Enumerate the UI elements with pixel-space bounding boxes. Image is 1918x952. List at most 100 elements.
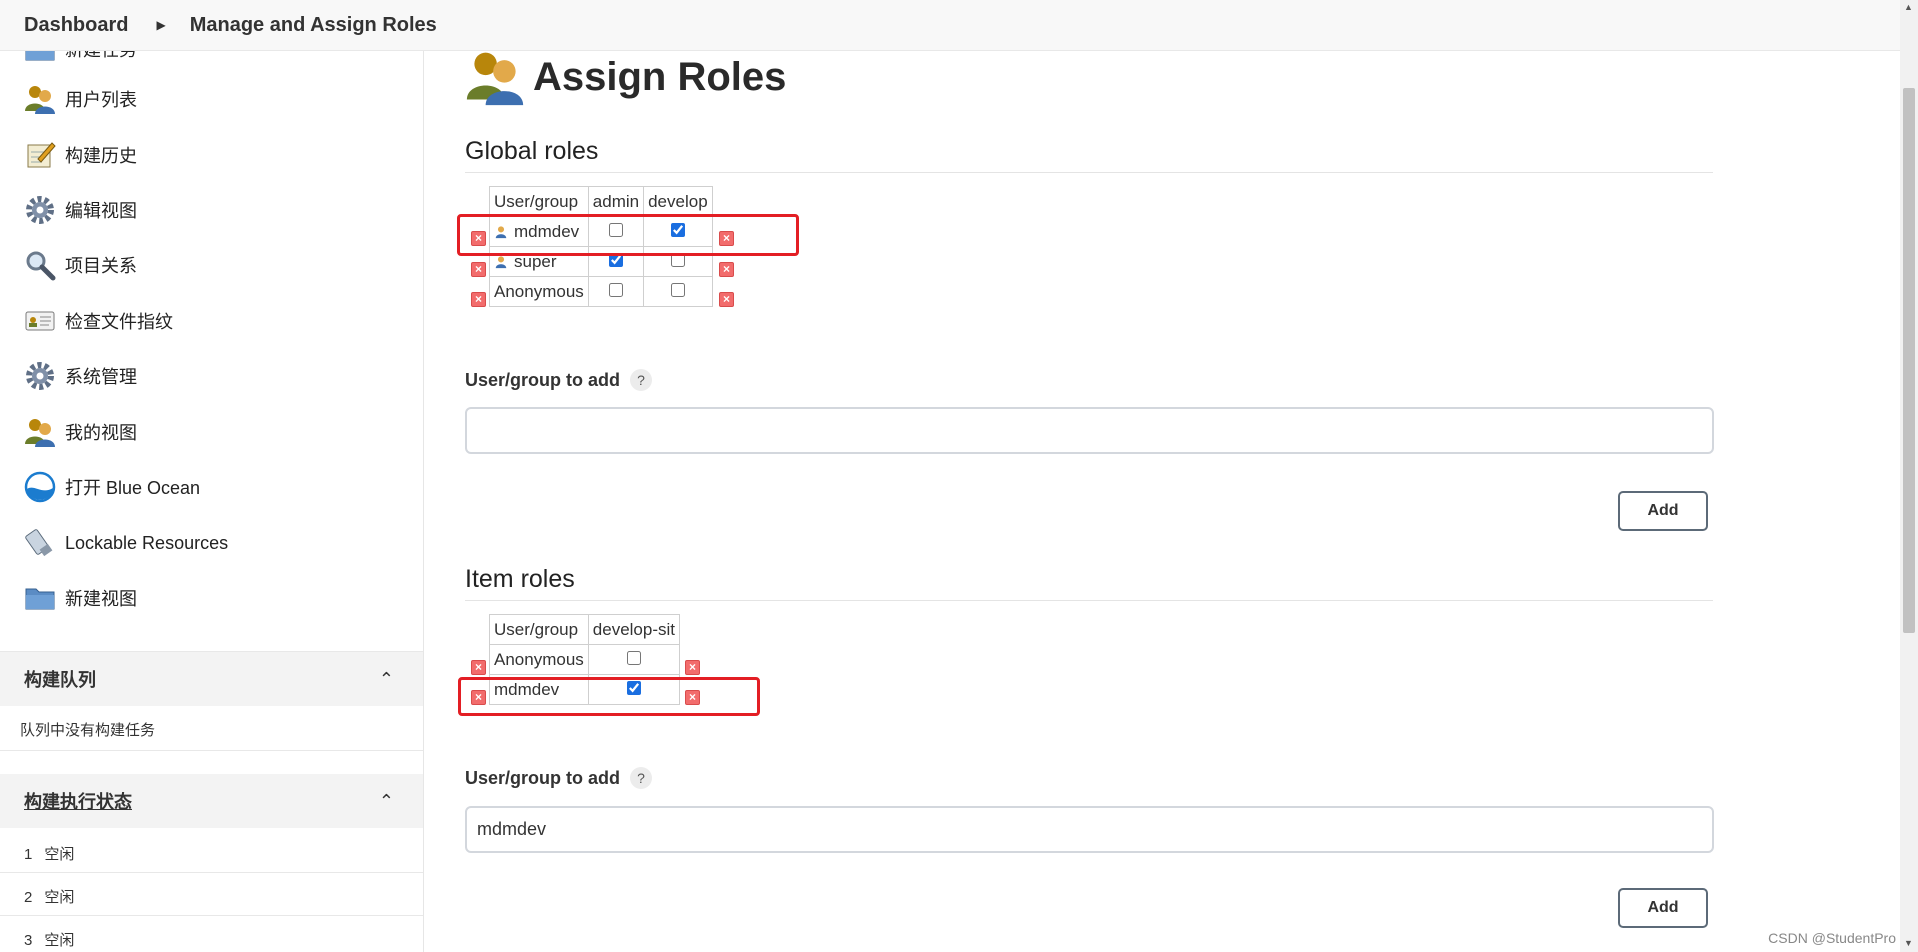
- sidebar-item-new-view[interactable]: 新建视图: [24, 578, 404, 618]
- role-checkbox-develop[interactable]: [670, 282, 685, 297]
- fingerprint-card-icon: [24, 305, 56, 337]
- chevron-right-icon[interactable]: ▶: [156, 18, 165, 32]
- sidebar-item-label: 构建历史: [65, 146, 137, 166]
- executor-number: 3: [24, 932, 33, 949]
- executor-status: 空闲: [44, 846, 75, 863]
- sidebar-item-new-job[interactable]: 新建任务: [24, 51, 137, 65]
- package-icon: [24, 51, 56, 65]
- build-queue-header[interactable]: 构建队列 ⌃: [0, 652, 423, 706]
- delete-row-icon[interactable]: ×: [719, 292, 734, 307]
- sidebar-item-my-views[interactable]: 我的视图: [24, 412, 404, 452]
- executors-header[interactable]: 构建执行状态 ⌃: [0, 774, 423, 828]
- executor-status: 空闲: [44, 932, 75, 949]
- sidebar-item-label: 编辑视图: [65, 201, 137, 221]
- user-cell: Anonymous: [489, 276, 589, 307]
- column-header: User/group: [489, 614, 589, 645]
- global-add-button[interactable]: Add: [1618, 491, 1708, 531]
- sidebar-item-build-history[interactable]: 构建历史: [24, 135, 404, 175]
- delete-row-icon[interactable]: ×: [471, 262, 486, 277]
- user-name: Anonymous: [494, 281, 584, 301]
- sidebar-item-label: 新建任务: [65, 51, 137, 62]
- scrollbar-thumb[interactable]: [1903, 88, 1915, 633]
- scrollbar[interactable]: ▲ ▼: [1900, 0, 1918, 952]
- highlight-box: [458, 677, 760, 716]
- checkbox-cell: [587, 276, 645, 307]
- user-name: Anonymous: [494, 649, 584, 669]
- gear-icon: [24, 194, 56, 226]
- scroll-down-icon[interactable]: ▼: [1904, 938, 1913, 948]
- table-row: Anonymous: [489, 644, 681, 675]
- global-user-input[interactable]: [465, 407, 1714, 454]
- folder-icon: [24, 582, 56, 614]
- user-icon: [494, 255, 508, 269]
- checkbox-cell: [587, 644, 681, 675]
- users-icon: [465, 47, 525, 107]
- delete-row-icon[interactable]: ×: [685, 660, 700, 675]
- scroll-up-icon[interactable]: ▲: [1904, 2, 1913, 12]
- sidebar-item-label: 系统管理: [65, 367, 137, 387]
- global-roles-heading: Global roles: [465, 137, 1713, 173]
- help-icon[interactable]: ?: [630, 369, 653, 391]
- executor-status: 空闲: [44, 889, 75, 906]
- column-header: admin: [587, 186, 645, 217]
- sidebar-item-manage-jenkins[interactable]: 系统管理: [24, 356, 404, 396]
- executor-number: 1: [24, 846, 33, 863]
- build-queue-empty-text: 队列中没有构建任务: [20, 722, 156, 739]
- item-add-button[interactable]: Add: [1618, 888, 1708, 928]
- item-add-label: User/group to add ?: [465, 767, 653, 789]
- page-title-text: Assign Roles: [533, 54, 787, 99]
- magnifier-icon: [24, 249, 56, 281]
- role-checkbox-admin[interactable]: [608, 282, 623, 297]
- sidebar-item-label: 打开 Blue Ocean: [65, 478, 201, 498]
- checkbox-cell: [643, 276, 713, 307]
- notepad-icon: [24, 139, 56, 171]
- sidebar-item-label: 用户列表: [65, 90, 137, 110]
- blue-ocean-icon: [24, 471, 56, 503]
- table-row: Anonymous: [489, 276, 713, 307]
- chevron-up-icon[interactable]: ⌃: [379, 669, 394, 690]
- sidebar: 新建任务 用户列表 构建历史 编辑视图 项目关系 检查文件指纹 系统管理 我的视…: [0, 51, 424, 952]
- breadcrumb: Dashboard ▶ Manage and Assign Roles: [0, 0, 1900, 51]
- help-icon[interactable]: ?: [630, 767, 653, 789]
- sidebar-item-label: Lockable Resources: [65, 532, 229, 553]
- delete-row-icon[interactable]: ×: [719, 262, 734, 277]
- column-header: develop-sit: [587, 614, 681, 645]
- sidebar-item-label: 检查文件指纹: [65, 312, 173, 332]
- watermark: CSDN @StudentPro: [1768, 930, 1896, 946]
- divider: [0, 915, 423, 916]
- breadcrumb-dashboard-link[interactable]: Dashboard: [24, 14, 128, 37]
- sidebar-item-fingerprint[interactable]: 检查文件指纹: [24, 301, 404, 341]
- column-header: User/group: [489, 186, 589, 217]
- sidebar-item-project-relationship[interactable]: 项目关系: [24, 245, 404, 285]
- item-user-input[interactable]: [465, 806, 1714, 853]
- column-header: develop: [643, 186, 713, 217]
- sidebar-item-label: 项目关系: [65, 256, 137, 276]
- item-roles-heading: Item roles: [465, 565, 1713, 601]
- build-queue-title: 构建队列: [24, 670, 96, 690]
- sidebar-item-lockable-resources[interactable]: Lockable Resources: [24, 523, 404, 563]
- highlight-box: [457, 214, 799, 256]
- executor-row: 1 空闲: [24, 843, 74, 864]
- divider: [0, 872, 423, 873]
- sidebar-item-label: 我的视图: [65, 423, 137, 443]
- field-label-text: User/group to add: [465, 369, 621, 390]
- table-header-row: User/group develop-sit: [489, 614, 681, 645]
- breadcrumb-current[interactable]: Manage and Assign Roles: [190, 14, 437, 37]
- sidebar-item-label: 新建视图: [65, 589, 137, 609]
- usb-key-icon: [24, 527, 56, 559]
- page-title: Assign Roles: [465, 47, 786, 107]
- chevron-up-icon[interactable]: ⌃: [379, 791, 394, 812]
- sidebar-item-edit-view[interactable]: 编辑视图: [24, 190, 404, 230]
- sidebar-item-users[interactable]: 用户列表: [24, 79, 404, 119]
- role-checkbox-develop-sit[interactable]: [626, 650, 641, 665]
- users-icon: [24, 416, 56, 448]
- users-icon: [24, 83, 56, 115]
- executors-title[interactable]: 构建执行状态: [24, 788, 132, 814]
- sidebar-item-blue-ocean[interactable]: 打开 Blue Ocean: [24, 467, 404, 507]
- delete-row-icon[interactable]: ×: [471, 660, 486, 675]
- gear-icon: [24, 360, 56, 392]
- delete-row-icon[interactable]: ×: [471, 292, 486, 307]
- executor-row: 2 空闲: [24, 886, 74, 907]
- executor-row: 3 空闲: [24, 929, 74, 950]
- field-label-text: User/group to add: [465, 767, 621, 788]
